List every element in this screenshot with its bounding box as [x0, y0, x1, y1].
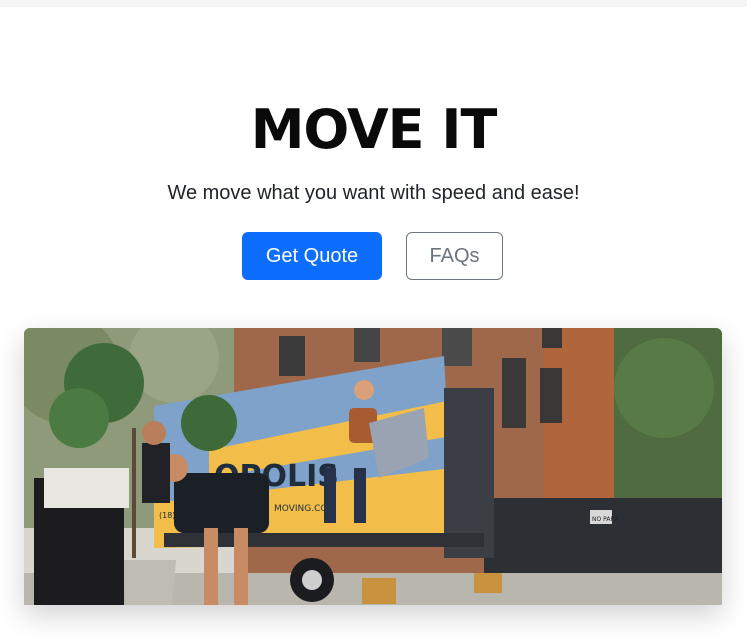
moving-truck-photo: NO PARK OPOLIS G MOVING.COM (18) 7 520 — [24, 328, 722, 605]
sign-text: NO PARK — [592, 516, 620, 523]
hero-image: NO PARK OPOLIS G MOVING.COM (18) 7 520 — [24, 328, 722, 605]
get-quote-button[interactable]: Get Quote — [242, 232, 382, 280]
hero-subtitle: We move what you want with speed and eas… — [167, 182, 580, 204]
top-strip — [0, 0, 747, 7]
faqs-button[interactable]: FAQs — [406, 232, 503, 280]
page-title: MOVE IT — [250, 98, 498, 161]
